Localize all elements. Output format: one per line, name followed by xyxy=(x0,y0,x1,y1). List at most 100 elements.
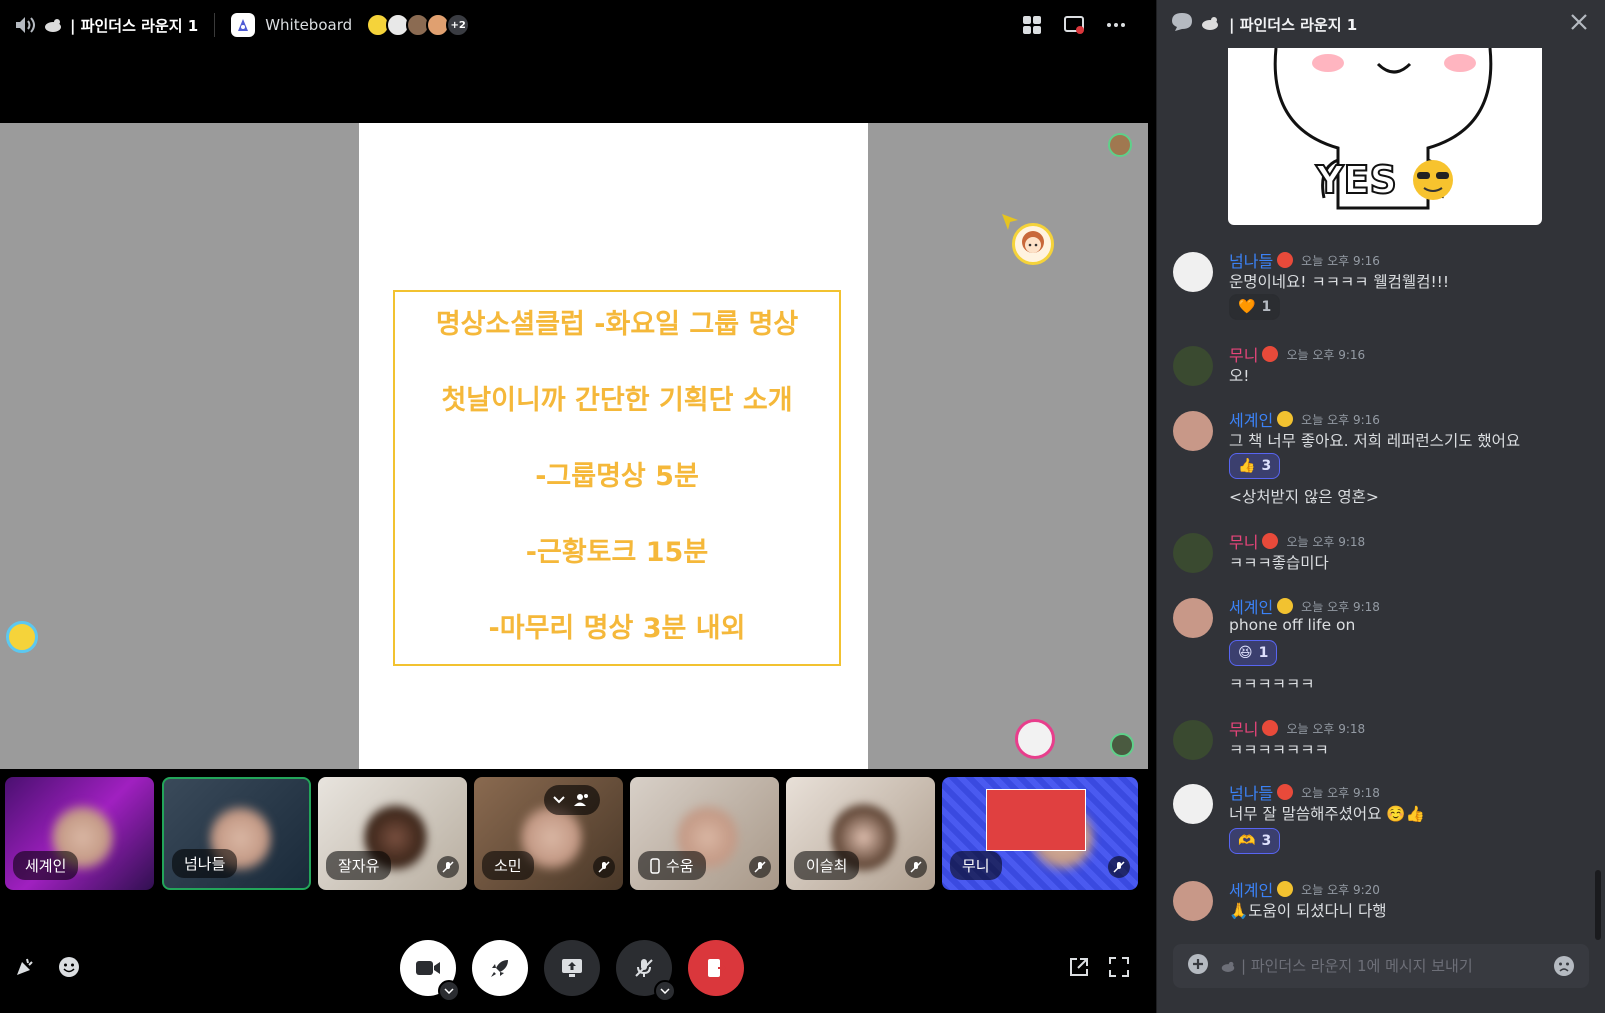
leave-call-icon xyxy=(708,959,727,977)
message-username[interactable]: 세계인 xyxy=(1229,407,1273,431)
message-username[interactable]: 무니 xyxy=(1229,529,1258,553)
chat-panel: YES | 파인더스 라운지 1 넘나들 오늘 오후 9:16 운명이네요! ㅋ… xyxy=(1156,0,1605,1013)
message-input[interactable] xyxy=(1241,957,1541,975)
close-icon[interactable] xyxy=(1569,12,1589,36)
more-participants-count[interactable]: +2 xyxy=(446,13,471,37)
chevron-down-icon[interactable] xyxy=(438,980,460,1002)
avatar[interactable] xyxy=(1173,533,1213,573)
message-text: 그 책 너무 좋아요. 저희 레퍼런스기도 했어요 xyxy=(1229,432,1521,450)
message-header: 무니 오늘 오후 9:18 xyxy=(1229,716,1365,740)
rocket-icon xyxy=(491,960,508,977)
chat-message: 세계인 오늘 오후 9:16 그 책 너무 좋아요. 저희 레퍼런스기도 했어요… xyxy=(1157,407,1605,507)
message-timestamp: 오늘 오후 9:16 xyxy=(1301,253,1380,268)
chat-message: 무니 오늘 오후 9:18 ㅋㅋㅋㅋㅋㅋㅋ xyxy=(1157,716,1605,764)
participant-tile[interactable]: 넘나들 xyxy=(162,777,311,890)
reaction-emoji: 🧡 xyxy=(1238,299,1256,315)
message-username[interactable]: 세계인 xyxy=(1229,594,1273,618)
chat-scrollbar[interactable] xyxy=(1595,870,1601,940)
more-options-icon[interactable] xyxy=(1104,13,1128,37)
whiteboard-line: -마무리 명상 3분 내외 xyxy=(488,613,746,644)
participant-tile[interactable]: 세계인 xyxy=(5,777,154,890)
participant-tile[interactable]: 이슬최 xyxy=(786,777,935,890)
disconnect-button[interactable] xyxy=(688,940,744,996)
share-screen-button[interactable] xyxy=(544,940,600,996)
message-timestamp: 오늘 오후 9:18 xyxy=(1301,599,1380,614)
emoji-reaction-icon[interactable] xyxy=(58,956,80,982)
avatar[interactable] xyxy=(1173,720,1213,760)
message-text: phone off life on xyxy=(1229,616,1356,634)
remote-cursor-avatar xyxy=(1012,223,1054,265)
avatar[interactable] xyxy=(1173,784,1213,824)
whiteboard-line: -근황토크 15분 xyxy=(525,537,709,568)
peach-badge-icon xyxy=(1262,346,1279,362)
whiteboard-app-icon xyxy=(231,13,256,37)
cursor-pointer-icon xyxy=(1002,214,1018,230)
message-timestamp: 오늘 오후 9:18 xyxy=(1301,785,1380,800)
popout-screen-icon[interactable] xyxy=(1062,13,1086,37)
message-text: 🙏도움이 되셨다니 다행 xyxy=(1229,902,1387,920)
message-username[interactable]: 넘나들 xyxy=(1229,780,1273,804)
avatar[interactable] xyxy=(1173,598,1213,638)
fullscreen-icon[interactable] xyxy=(1108,956,1130,982)
message-timestamp: 오늘 오후 9:18 xyxy=(1286,721,1366,736)
message-username[interactable]: 무니 xyxy=(1229,342,1258,366)
screen-share-icon xyxy=(562,959,582,977)
chat-message: 무니 오늘 오후 9:18 ㅋㅋㅋ좋습미다 xyxy=(1157,529,1605,577)
grid-layout-icon[interactable] xyxy=(1020,13,1044,37)
mic-muted-icon xyxy=(749,856,771,878)
speaker-icon[interactable] xyxy=(14,15,36,35)
participant-tile[interactable]: 소민 xyxy=(474,777,623,890)
reaction-pill[interactable]: 👍 3 xyxy=(1229,453,1281,479)
message-text: <상처받지 않은 영혼> xyxy=(1229,488,1379,506)
topbar-actions xyxy=(1020,13,1128,37)
soundboard-icon[interactable] xyxy=(14,956,36,982)
message-username[interactable]: 넘나들 xyxy=(1229,248,1273,272)
chevron-down-icon[interactable] xyxy=(654,980,676,1002)
camera-button[interactable] xyxy=(400,940,460,1002)
avatar[interactable] xyxy=(1173,252,1213,292)
emoji-picker-icon[interactable] xyxy=(1553,955,1575,981)
popout-icon[interactable] xyxy=(1068,956,1090,982)
lemon-badge-icon xyxy=(1277,881,1294,897)
message-header: 세계인 오늘 오후 9:18 xyxy=(1229,594,1380,618)
message-username[interactable]: 세계인 xyxy=(1229,877,1273,901)
peach-badge-icon xyxy=(1262,720,1279,736)
avatar[interactable] xyxy=(1173,411,1213,451)
add-attachment-icon[interactable] xyxy=(1187,953,1209,979)
message-text: ㅋㅋㅋㅋㅋㅋㅋ xyxy=(1229,741,1329,759)
message-username[interactable]: 무니 xyxy=(1229,716,1258,740)
participant-name: 무니 xyxy=(950,851,1002,880)
participant-tile[interactable]: 잘자유 xyxy=(318,777,467,890)
avatar[interactable] xyxy=(1173,881,1213,921)
topbar-divider xyxy=(214,13,216,37)
participant-name: 잘자유 xyxy=(326,851,392,880)
message-header: 세계인 오늘 오후 9:16 xyxy=(1229,407,1380,431)
reaction-pill[interactable]: 😆 1 xyxy=(1229,640,1278,666)
mic-muted-icon xyxy=(905,856,927,878)
mobile-phone-icon xyxy=(650,857,660,874)
reaction-count: 3 xyxy=(1261,458,1272,474)
whiteboard-page[interactable]: 명상소셜클럽 -화요일 그룹 명상 첫날이니까 간단한 기획단 소개 -그룹명상… xyxy=(359,123,868,769)
activity-label[interactable]: Whiteboard xyxy=(265,16,352,34)
participant-tile[interactable]: 수움 xyxy=(630,777,779,890)
participant-tile[interactable]: 무니 xyxy=(942,777,1138,890)
whiteboard-line: -그룹명상 5분 xyxy=(535,461,699,492)
reaction-pill[interactable]: 🧡 1 xyxy=(1229,294,1281,320)
whiteboard-text-box[interactable]: 명상소셜클럽 -화요일 그룹 명상 첫날이니까 간단한 기획단 소개 -그룹명상… xyxy=(393,290,841,666)
reaction-pill[interactable]: 🫶 3 xyxy=(1229,828,1281,854)
message-header: 세계인 오늘 오후 9:20 xyxy=(1229,877,1380,901)
sticker-overlay xyxy=(986,789,1086,851)
message-text: ㅋㅋㅋ좋습미다 xyxy=(1229,554,1329,572)
chat-message: 세계인 오늘 오후 9:20 🙏도움이 되셨다니 다행 xyxy=(1157,877,1605,925)
channel-emoji-icon xyxy=(44,18,62,32)
activity-launcher-button[interactable] xyxy=(472,940,528,996)
whiteboard-canvas[interactable]: 명상소셜클럽 -화요일 그룹 명상 첫날이니까 간단한 기획단 소개 -그룹명상… xyxy=(0,123,1148,769)
message-text: 운명이네요! ㅋㅋㅋㅋ 웰컴웰컴!!! xyxy=(1229,273,1450,291)
avatar[interactable] xyxy=(1173,346,1213,386)
reaction-emoji: 😆 xyxy=(1238,645,1253,661)
mic-muted-icon xyxy=(593,856,615,878)
tile-menu-chevron-icon[interactable] xyxy=(544,785,600,815)
remote-cursor-avatar xyxy=(1110,733,1134,757)
microphone-button[interactable] xyxy=(616,940,676,1002)
chat-message: 넘나들 오늘 오후 9:18 너무 잘 말씀해주셨어요 ☺️👍 🫶 3 xyxy=(1157,780,1605,854)
